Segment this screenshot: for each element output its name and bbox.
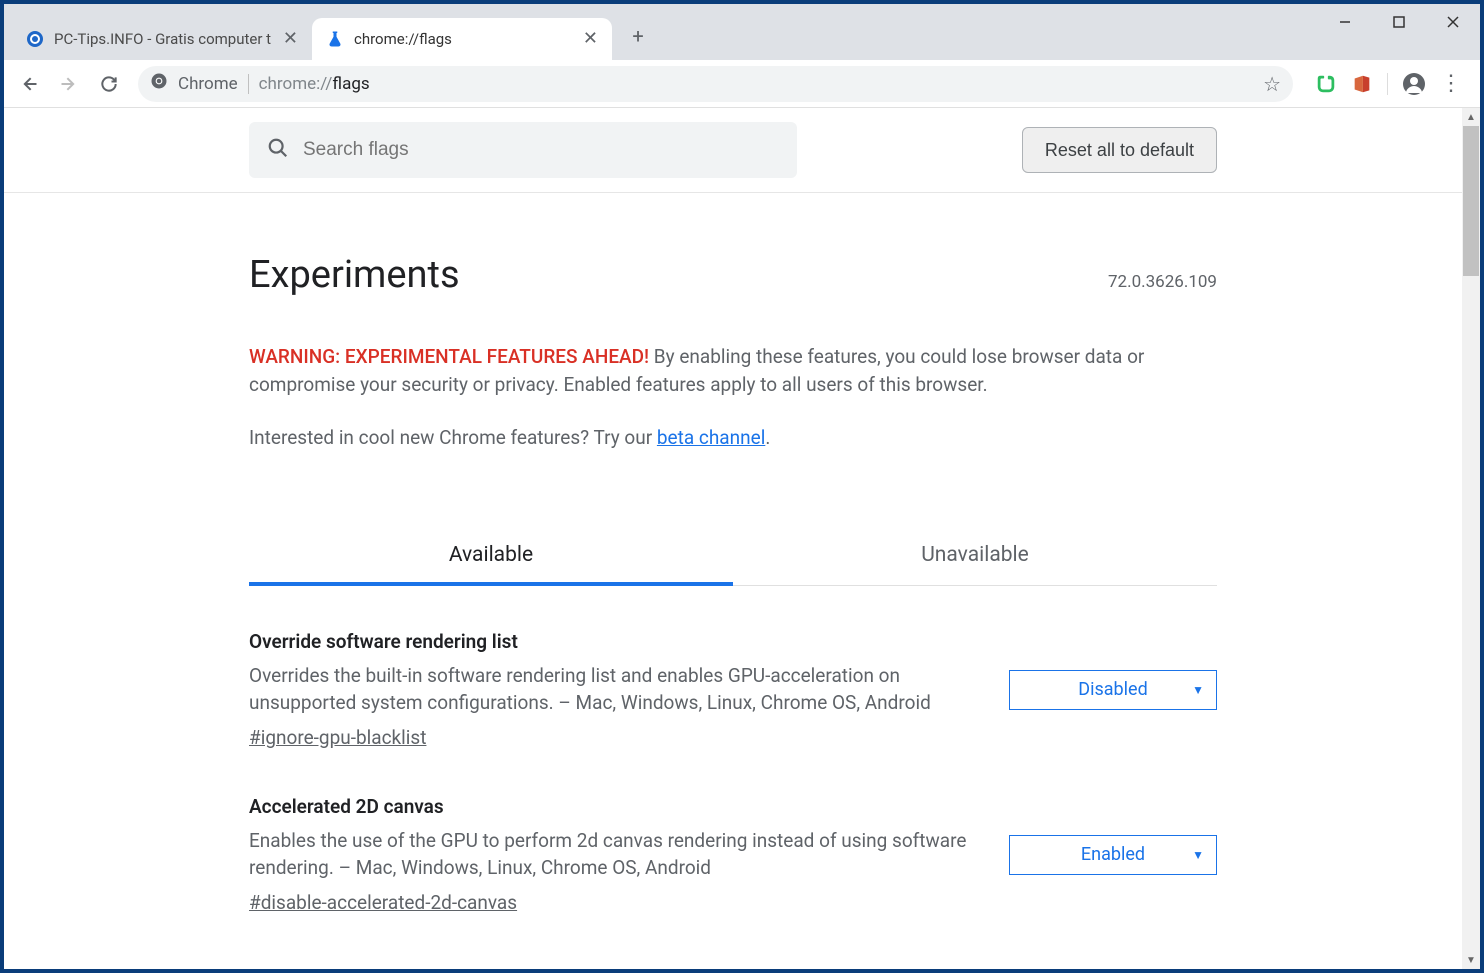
page-title: Experiments <box>249 253 460 297</box>
browser-tab-active[interactable]: chrome://flags ✕ <box>312 18 612 60</box>
experiment-title: Override software rendering list <box>249 630 979 653</box>
tab-available[interactable]: Available <box>249 525 733 585</box>
site-favicon-icon <box>26 30 44 48</box>
scroll-up-icon[interactable]: ▲ <box>1462 108 1480 126</box>
flask-icon <box>326 30 344 48</box>
experiments-list: Override software rendering list Overrid… <box>249 630 1217 914</box>
separator <box>1387 73 1388 95</box>
titlebar: PC-Tips.INFO - Gratis computer t ✕ chrom… <box>4 4 1480 60</box>
content-area: Reset all to default Experiments 72.0.36… <box>4 108 1480 969</box>
forward-button[interactable] <box>52 67 86 101</box>
scroll-down-icon[interactable]: ▼ <box>1462 951 1480 969</box>
toolbar: Chrome chrome://flags ☆ ⋮ <box>4 60 1480 108</box>
url-text: chrome://flags <box>259 74 1253 94</box>
reset-all-button[interactable]: Reset all to default <box>1022 127 1217 173</box>
search-icon <box>267 137 289 164</box>
minimize-button[interactable] <box>1318 4 1372 40</box>
bookmark-star-icon[interactable]: ☆ <box>1263 72 1281 96</box>
maximize-button[interactable] <box>1372 4 1426 40</box>
back-button[interactable] <box>12 67 46 101</box>
close-icon[interactable]: ✕ <box>283 30 298 48</box>
experiment-select[interactable]: Disabled ▼ <box>1009 670 1217 710</box>
experiment-row: Override software rendering list Overrid… <box>249 630 1217 749</box>
evernote-elephant-icon[interactable] <box>1315 73 1337 95</box>
divider <box>248 74 249 94</box>
experiment-description: Enables the use of the GPU to perform 2d… <box>249 828 979 881</box>
browser-window: PC-Tips.INFO - Gratis computer t ✕ chrom… <box>4 4 1480 969</box>
close-icon[interactable]: ✕ <box>583 30 598 48</box>
close-window-button[interactable] <box>1426 4 1480 40</box>
flags-main: Experiments 72.0.3626.109 WARNING: EXPER… <box>249 193 1217 914</box>
scrollbar-thumb[interactable] <box>1463 126 1479 276</box>
experiment-select[interactable]: Enabled ▼ <box>1009 835 1217 875</box>
tab-strip: PC-Tips.INFO - Gratis computer t ✕ chrom… <box>4 4 652 60</box>
extension-icons: ⋮ <box>1305 71 1472 96</box>
experiment-description: Overrides the built-in software renderin… <box>249 663 979 716</box>
scheme-label: Chrome <box>178 74 238 94</box>
reload-button[interactable] <box>92 67 126 101</box>
address-bar[interactable]: Chrome chrome://flags ☆ <box>138 66 1293 102</box>
experiment-row: Accelerated 2D canvas Enables the use of… <box>249 795 1217 914</box>
experiment-fragment-link[interactable]: #disable-accelerated-2d-canvas <box>249 891 517 914</box>
menu-dots-icon[interactable]: ⋮ <box>1440 71 1462 96</box>
tab-title: chrome://flags <box>354 30 573 48</box>
profile-avatar-icon[interactable] <box>1402 72 1426 96</box>
tab-title: PC-Tips.INFO - Gratis computer t <box>54 30 273 48</box>
flags-tabs: Available Unavailable <box>249 525 1217 586</box>
window-controls <box>1318 4 1480 40</box>
beta-text: Interested in cool new Chrome features? … <box>249 426 1217 449</box>
tab-unavailable[interactable]: Unavailable <box>733 525 1217 585</box>
chevron-down-icon: ▼ <box>1192 848 1204 862</box>
experiment-fragment-link[interactable]: #ignore-gpu-blacklist <box>249 726 426 749</box>
scrollbar[interactable]: ▲ ▼ <box>1462 108 1480 969</box>
new-tab-button[interactable]: + <box>624 22 652 50</box>
experiment-title: Accelerated 2D canvas <box>249 795 979 818</box>
chrome-icon <box>150 72 168 95</box>
browser-tab-inactive[interactable]: PC-Tips.INFO - Gratis computer t ✕ <box>12 18 312 60</box>
office-extension-icon[interactable] <box>1351 73 1373 95</box>
version-text: 72.0.3626.109 <box>1108 272 1217 292</box>
warning-text: WARNING: EXPERIMENTAL FEATURES AHEAD! By… <box>249 343 1217 398</box>
select-value: Disabled <box>1078 679 1147 700</box>
chevron-down-icon: ▼ <box>1192 683 1204 697</box>
flags-page: Reset all to default Experiments 72.0.36… <box>4 108 1480 969</box>
search-flags-input[interactable] <box>303 139 779 161</box>
search-flags-box[interactable] <box>249 122 797 178</box>
flags-header: Reset all to default <box>4 108 1462 193</box>
beta-channel-link[interactable]: beta channel <box>657 426 765 449</box>
select-value: Enabled <box>1081 844 1145 865</box>
warning-prefix: WARNING: EXPERIMENTAL FEATURES AHEAD! <box>249 345 649 368</box>
